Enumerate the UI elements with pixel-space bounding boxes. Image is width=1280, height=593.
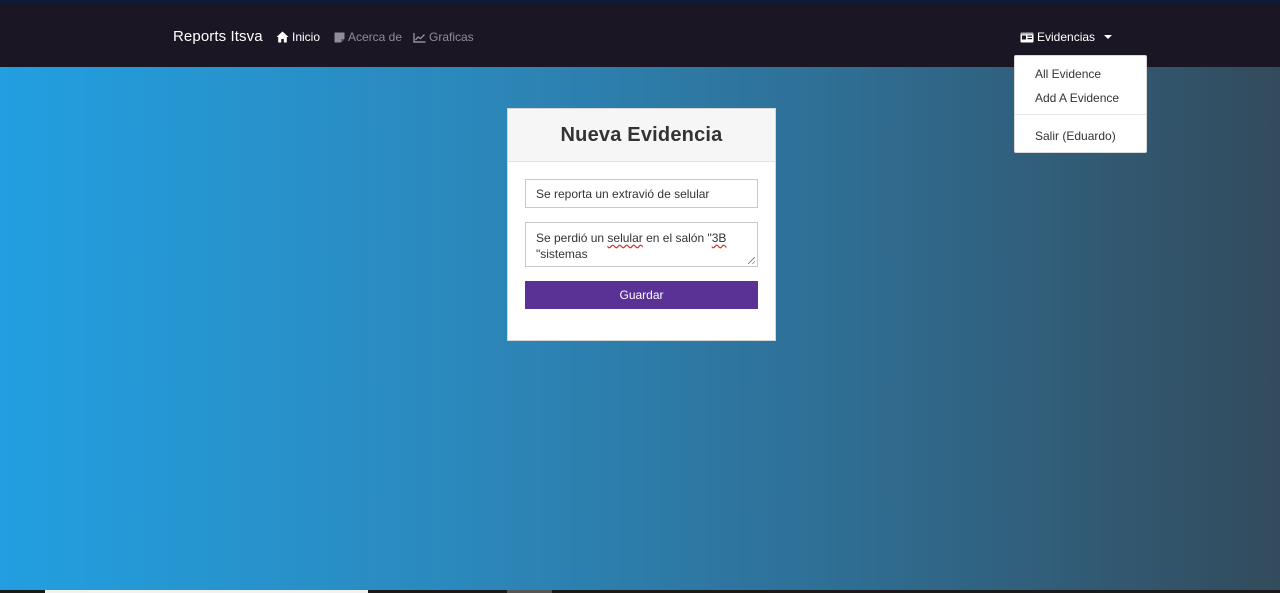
dropdown-item-logout[interactable]: Salir (Eduardo) [1035, 129, 1116, 143]
misspelled-word: 3B [711, 231, 727, 245]
id-card-icon [1020, 32, 1034, 43]
nav-link-graficas[interactable]: Graficas [413, 30, 474, 44]
misspelled-word: selular [607, 231, 643, 245]
dropdown-item-all-evidence[interactable]: All Evidence [1035, 67, 1101, 81]
evidencias-label: Evidencias [1037, 30, 1096, 44]
nav-link-inicio[interactable]: Inicio [276, 30, 320, 44]
dropdown-divider [1015, 114, 1146, 115]
sticky-note-icon [334, 32, 345, 43]
evidencias-dropdown-toggle[interactable]: Evidencias [1020, 30, 1113, 44]
evidence-description-textarea[interactable]: Se perdió un selular en el salón "3B "sis… [525, 222, 758, 267]
description-text: en el salón " [642, 231, 712, 245]
evidence-title-input[interactable]: Se reporta un extravió de selular [525, 179, 758, 208]
caret-down-icon [1104, 35, 1113, 39]
dropdown-item-add-evidence[interactable]: Add A Evidence [1035, 91, 1119, 105]
nav-link-label: Inicio [292, 30, 321, 44]
nav-link-label: Acerca de [348, 30, 403, 44]
line-chart-icon [413, 32, 426, 43]
page-title: Nueva Evidencia [560, 123, 723, 146]
description-text: "sistemas [536, 247, 588, 261]
description-text: Se perdió un [536, 231, 608, 245]
save-button[interactable]: Guardar [525, 281, 758, 309]
card-header: Nueva Evidencia [508, 109, 775, 162]
nav-link-acerca[interactable]: Acerca de [334, 30, 402, 44]
evidencias-dropdown-menu: All Evidence Add A Evidence Salir (Eduar… [1014, 55, 1147, 153]
brand-link[interactable]: Reports Itsva [173, 28, 263, 45]
nav-link-label: Graficas [429, 30, 474, 44]
new-evidence-card: Nueva Evidencia Se reporta un extravió d… [507, 108, 776, 341]
home-icon [276, 31, 289, 43]
resize-handle-icon[interactable] [748, 257, 755, 264]
